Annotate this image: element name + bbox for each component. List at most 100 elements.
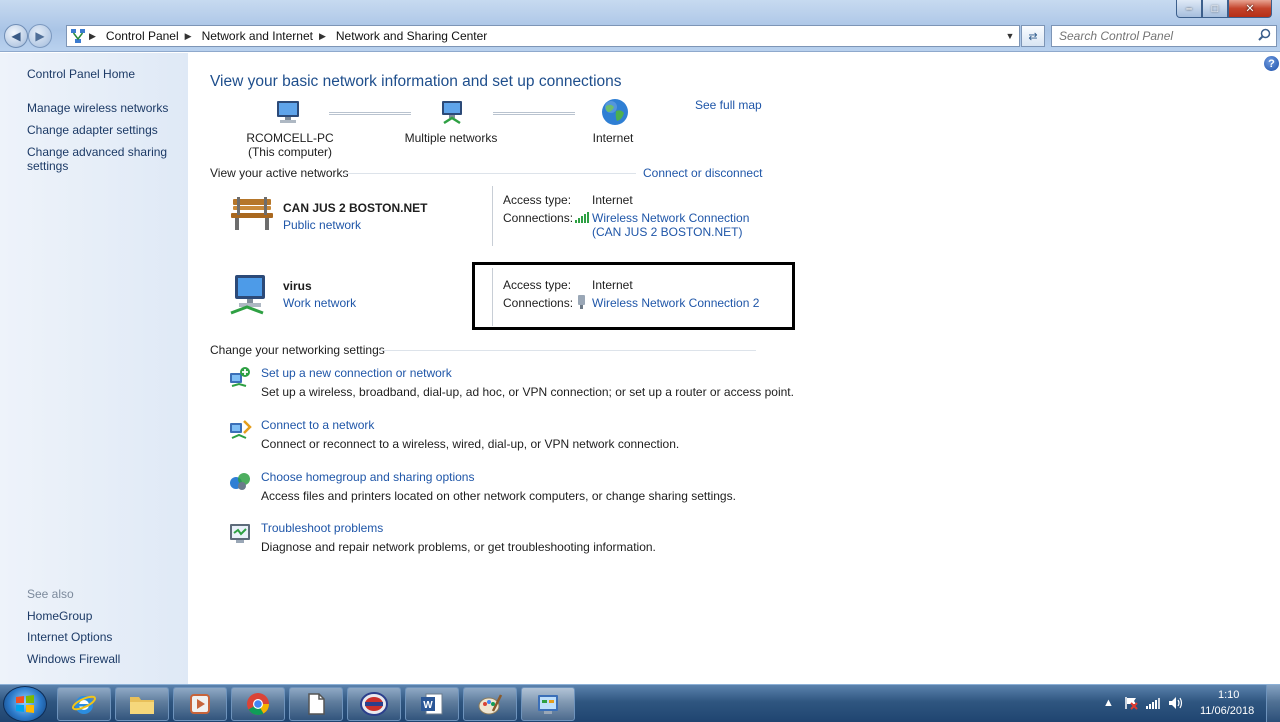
window-title-bar: – □ ✕ ◀ ▶ ▶ Control Panel ▶ Network and … bbox=[0, 0, 1280, 52]
breadcrumb-separator-icon: ▶ bbox=[184, 30, 192, 41]
network-type-link[interactable]: Public network bbox=[283, 218, 361, 232]
taskbar-file-explorer[interactable] bbox=[115, 687, 169, 721]
sidebar-item-advanced-sharing[interactable]: Change advanced sharing settings bbox=[27, 145, 177, 173]
refresh-icon: ⇄ bbox=[1028, 30, 1038, 43]
setup-new-connection-link[interactable]: Set up a new connection or network bbox=[261, 366, 452, 380]
see-also-homegroup-link[interactable]: HomeGroup bbox=[27, 609, 177, 623]
multiple-networks-icon bbox=[438, 99, 468, 128]
chrome-icon bbox=[247, 693, 269, 715]
computer-icon bbox=[274, 99, 304, 128]
folder-icon bbox=[130, 697, 154, 714]
search-box[interactable] bbox=[1051, 25, 1277, 47]
address-bar[interactable]: ▶ Control Panel ▶ Network and Internet ▶… bbox=[66, 25, 1020, 47]
taskbar-network-control-panel[interactable] bbox=[521, 687, 575, 721]
connect-to-network-desc: Connect or reconnect to a wireless, wire… bbox=[261, 437, 680, 451]
connect-to-network-link[interactable]: Connect to a network bbox=[261, 418, 374, 432]
word-icon: W bbox=[421, 693, 443, 715]
taskbar-paint[interactable] bbox=[463, 687, 517, 721]
volume-icon[interactable] bbox=[1168, 696, 1184, 713]
refresh-button[interactable]: ⇄ bbox=[1021, 25, 1045, 47]
connect-or-disconnect-link[interactable]: Connect or disconnect bbox=[643, 166, 762, 180]
taskbar-media-player[interactable] bbox=[173, 687, 227, 721]
section-divider bbox=[344, 173, 636, 174]
windows-logo-icon bbox=[16, 695, 34, 713]
homegroup-icon bbox=[228, 469, 252, 496]
globe-icon bbox=[600, 97, 630, 130]
new-connection-icon bbox=[228, 365, 252, 392]
show-hidden-icons-button[interactable]: ▲ bbox=[1103, 697, 1114, 709]
network-name: virus bbox=[283, 279, 312, 293]
media-player-icon bbox=[190, 694, 210, 714]
computer-subtitle: (This computer) bbox=[247, 145, 333, 159]
taskbar-rcomcell-app[interactable] bbox=[347, 687, 401, 721]
back-button[interactable]: ◀ bbox=[4, 24, 28, 48]
multiple-networks-label: Multiple networks bbox=[404, 131, 498, 145]
wireless-signal-icon bbox=[575, 211, 589, 226]
vertical-divider bbox=[492, 186, 493, 246]
action-center-flag-icon[interactable] bbox=[1124, 696, 1138, 713]
taskbar: W ▲ 1:10 11/06/2018 bbox=[0, 684, 1280, 722]
bench-icon bbox=[229, 193, 275, 236]
close-button[interactable]: ✕ bbox=[1228, 0, 1272, 18]
internet-explorer-icon bbox=[71, 695, 97, 714]
taskbar-documents[interactable] bbox=[289, 687, 343, 721]
sidebar-item-manage-wireless[interactable]: Manage wireless networks bbox=[27, 101, 177, 115]
see-also-windows-firewall-link[interactable]: Windows Firewall bbox=[27, 652, 177, 666]
wireless-connection-link[interactable]: Wireless Network Connection bbox=[592, 211, 749, 225]
see-full-map-link[interactable]: See full map bbox=[695, 98, 762, 112]
breadcrumb-separator-icon: ▶ bbox=[318, 30, 326, 41]
document-icon bbox=[308, 693, 325, 715]
arrow-right-icon: ▶ bbox=[35, 29, 45, 43]
chevron-down-icon[interactable]: ▼ bbox=[1001, 31, 1019, 41]
see-also-internet-options-link[interactable]: Internet Options bbox=[27, 630, 177, 644]
breadcrumb-control-panel[interactable]: Control Panel bbox=[102, 29, 185, 43]
breadcrumb-network-and-internet[interactable]: Network and Internet bbox=[198, 29, 319, 43]
wireless-signal-tray-icon[interactable] bbox=[1146, 697, 1160, 712]
highlight-annotation-box bbox=[472, 262, 795, 330]
maximize-button[interactable]: □ bbox=[1202, 0, 1228, 18]
search-input[interactable] bbox=[1059, 29, 1249, 43]
change-settings-heading: Change your networking settings bbox=[210, 343, 385, 357]
help-icon[interactable]: ? bbox=[1264, 56, 1279, 71]
taskbar-word[interactable]: W bbox=[405, 687, 459, 721]
breadcrumb-separator-icon: ▶ bbox=[89, 30, 96, 41]
network-type-link[interactable]: Work network bbox=[283, 296, 356, 310]
access-type-label: Access type: bbox=[503, 193, 572, 207]
connection-line bbox=[493, 112, 575, 115]
troubleshoot-icon bbox=[228, 521, 252, 548]
start-button[interactable] bbox=[3, 686, 47, 722]
forward-button[interactable]: ▶ bbox=[28, 24, 52, 48]
taskbar-chrome[interactable] bbox=[231, 687, 285, 721]
arrow-left-icon: ◀ bbox=[11, 29, 21, 43]
active-networks-heading: View your active networks bbox=[210, 166, 349, 180]
wireless-connection-ssid[interactable]: (CAN JUS 2 BOSTON.NET) bbox=[592, 225, 742, 239]
taskbar-internet-explorer[interactable] bbox=[57, 687, 111, 721]
breadcrumb-network-sharing-center[interactable]: Network and Sharing Center bbox=[332, 29, 493, 43]
connection-line bbox=[329, 112, 411, 115]
svg-text:W: W bbox=[423, 700, 433, 711]
setup-new-connection-desc: Set up a wireless, broadband, dial-up, a… bbox=[261, 385, 794, 399]
clock-time[interactable]: 1:10 bbox=[1218, 689, 1239, 701]
connections-label: Connections: bbox=[503, 211, 574, 225]
caption-buttons: – □ ✕ bbox=[1176, 0, 1272, 18]
homegroup-sharing-link[interactable]: Choose homegroup and sharing options bbox=[261, 470, 474, 484]
homegroup-sharing-desc: Access files and printers located on oth… bbox=[261, 489, 736, 503]
access-type-value: Internet bbox=[592, 193, 633, 207]
page-title: View your basic network information and … bbox=[210, 73, 622, 90]
sidebar-item-change-adapter[interactable]: Change adapter settings bbox=[27, 123, 177, 137]
show-desktop-button[interactable] bbox=[1266, 685, 1280, 722]
network-center-icon bbox=[67, 26, 89, 46]
paint-icon bbox=[478, 694, 503, 715]
control-panel-home-link[interactable]: Control Panel Home bbox=[27, 67, 177, 81]
clock-date[interactable]: 11/06/2018 bbox=[1200, 705, 1254, 717]
app-logo-icon bbox=[360, 692, 388, 716]
computer-name: RCOMCELL-PC bbox=[246, 131, 334, 145]
work-network-icon bbox=[229, 273, 275, 320]
section-divider bbox=[380, 350, 756, 351]
connect-network-icon bbox=[228, 417, 252, 444]
minimize-button[interactable]: – bbox=[1176, 0, 1202, 18]
see-also-heading: See also bbox=[27, 587, 74, 601]
troubleshoot-problems-link[interactable]: Troubleshoot problems bbox=[261, 521, 383, 535]
search-icon[interactable] bbox=[1258, 28, 1271, 44]
troubleshoot-problems-desc: Diagnose and repair network problems, or… bbox=[261, 540, 656, 554]
